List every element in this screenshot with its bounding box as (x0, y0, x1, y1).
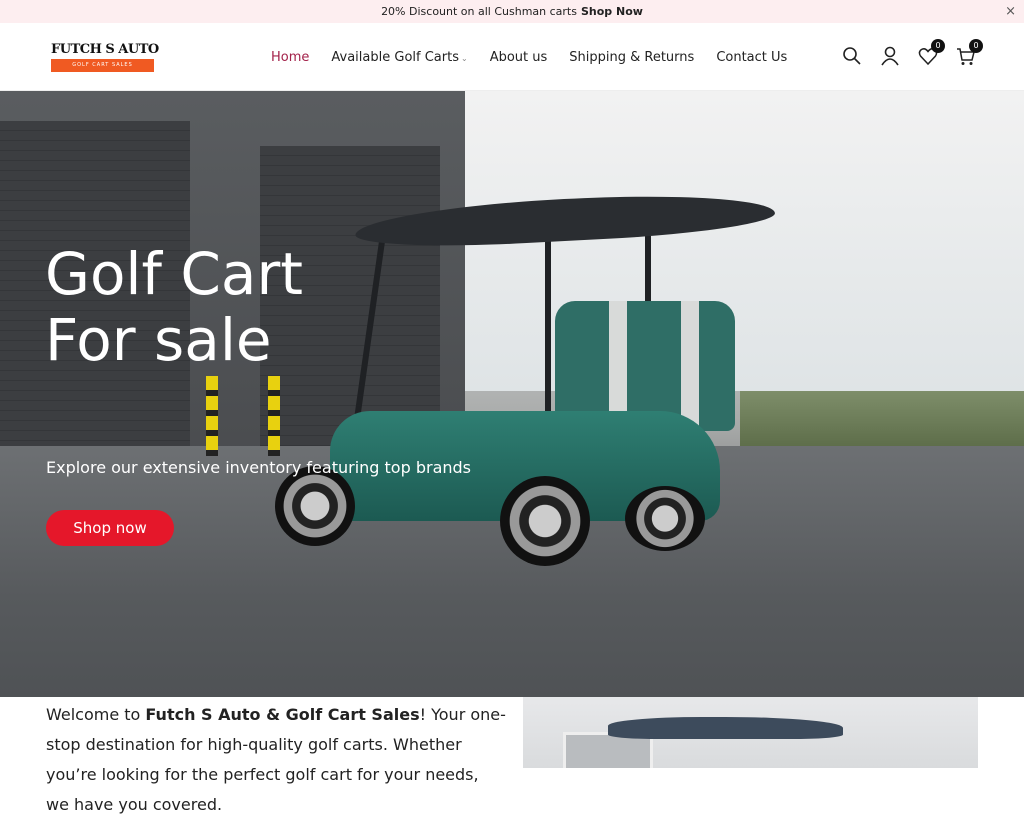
nav-available-golf-carts[interactable]: Available Golf Carts ⌄ (331, 50, 467, 65)
close-icon[interactable]: × (1005, 4, 1016, 19)
announcement-shop-now-link[interactable]: Shop Now (581, 5, 643, 18)
bollard (268, 376, 280, 456)
golf-cart-wheel (500, 476, 590, 566)
user-icon[interactable] (880, 45, 900, 67)
site-header: FUTCH S AUTO GOLF CART SALES Home Availa… (0, 23, 1024, 91)
golf-cart-wheel (275, 466, 355, 546)
hero-title-line2: For sale (45, 306, 272, 374)
welcome-text: Welcome to Futch S Auto & Golf Cart Sale… (46, 700, 506, 820)
announcement-text: 20% Discount on all Cushman carts (381, 5, 577, 18)
nav-about-us[interactable]: About us (490, 50, 548, 65)
welcome-brand: Futch S Auto & Golf Cart Sales (145, 705, 420, 724)
nav-home[interactable]: Home (271, 50, 309, 65)
hero-title-line1: Golf Cart (45, 240, 304, 308)
hero-banner: Golf Cart For sale Explore our extensive… (0, 91, 1024, 697)
hero-subtitle: Explore our extensive inventory featurin… (46, 458, 471, 477)
search-icon[interactable] (842, 45, 862, 67)
cart-button[interactable]: 0 (956, 39, 983, 67)
bollard (206, 376, 218, 456)
hero-bg-hedge (740, 391, 1024, 451)
golf-cart-photo (523, 697, 978, 768)
cart-count-badge: 0 (969, 39, 983, 53)
welcome-prefix: Welcome to (46, 705, 146, 724)
nav-shipping-returns[interactable]: Shipping & Returns (569, 50, 694, 65)
chevron-down-icon: ⌄ (460, 53, 468, 63)
main-nav: Home Available Golf Carts ⌄ About us Ship… (271, 23, 787, 91)
wishlist-count-badge: 0 (931, 39, 945, 53)
nav-contact-us[interactable]: Contact Us (716, 50, 787, 65)
cart-pole (545, 226, 551, 426)
logo-tagline: GOLF CART SALES (51, 59, 154, 72)
photo-cart-roof (608, 717, 843, 739)
header-icons: 0 0 (842, 39, 983, 67)
announcement-bar: 20% Discount on all Cushman carts Shop N… (0, 0, 1024, 23)
wishlist-button[interactable]: 0 (918, 39, 945, 67)
logo-name: FUTCH S AUTO (51, 42, 159, 57)
shop-now-button[interactable]: Shop now (46, 510, 174, 546)
nav-available-golf-carts-label: Available Golf Carts (331, 49, 459, 65)
golf-cart-wheel (625, 486, 705, 551)
logo[interactable]: FUTCH S AUTO GOLF CART SALES (51, 42, 159, 73)
hero-title: Golf Cart For sale (45, 241, 303, 373)
